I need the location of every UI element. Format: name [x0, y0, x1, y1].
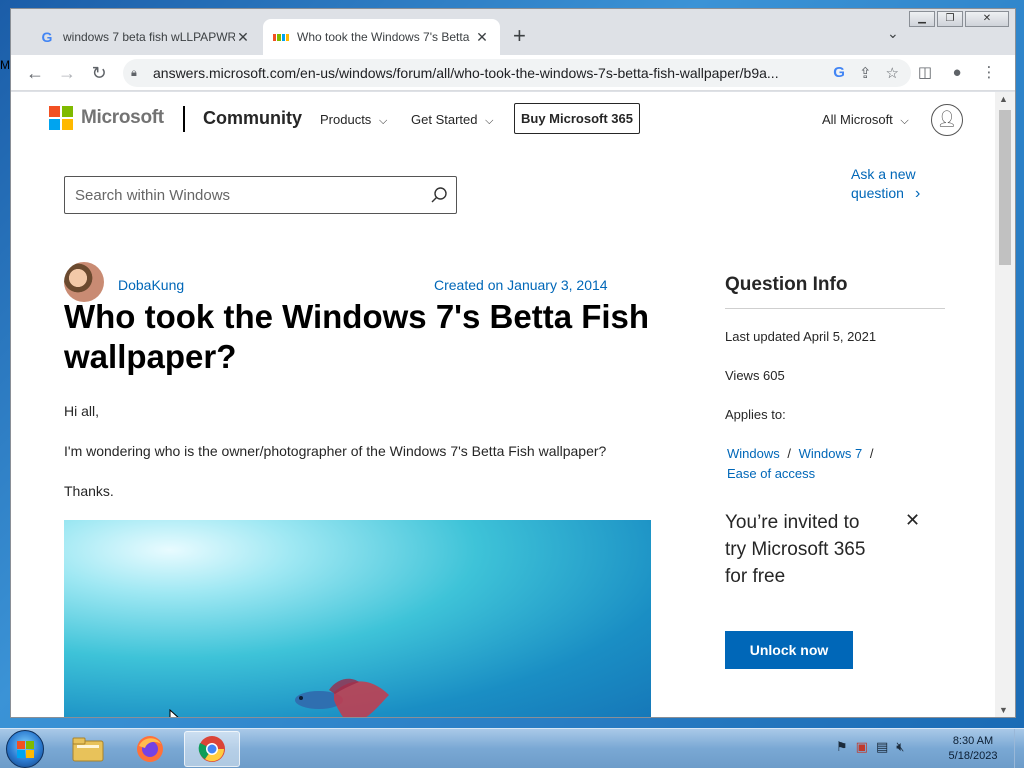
profile-icon[interactable]: ●	[945, 61, 969, 85]
google-translate-icon[interactable]: G	[833, 64, 845, 82]
tab-google-search[interactable]: G windows 7 beta fish wLLPAPWR ✕	[29, 19, 261, 55]
taskbar-firefox[interactable]	[122, 731, 178, 767]
firefox-icon	[137, 736, 163, 762]
new-tab-button[interactable]: +	[513, 23, 526, 49]
folder-icon	[72, 737, 104, 762]
browser-toolbar: ← → ↻ 🔒︎ answers.microsoft.com/en-us/win…	[11, 55, 1015, 91]
scrollbar-thumb[interactable]	[999, 110, 1011, 265]
question-closing: Thanks.	[64, 483, 114, 499]
link-windows-7[interactable]: Windows 7	[799, 446, 863, 461]
action-center-icon[interactable]: ⚑	[836, 739, 848, 755]
close-tab-icon[interactable]: ✕	[235, 29, 251, 46]
page-viewport: Microsoft Community Products ⌵ Get Start…	[11, 92, 995, 717]
minimize-button[interactable]: ▁	[909, 11, 935, 27]
clock-time: 8:30 AM	[952, 735, 994, 747]
taskbar: ⚑ ▣ ▤ 🔇︎ 8:30 AM 5/18/2023	[0, 728, 1024, 768]
reload-button[interactable]: ↻	[87, 61, 111, 85]
chevron-down-icon: ⌵	[485, 115, 494, 127]
show-desktop-button[interactable]	[1014, 729, 1024, 768]
link-windows[interactable]: Windows	[727, 446, 780, 461]
views-count: Views 605	[725, 368, 785, 383]
lock-icon[interactable]: 🔒︎	[131, 67, 147, 80]
tab-title: windows 7 beta fish wLLPAPWR	[63, 30, 235, 44]
avatar[interactable]	[64, 262, 104, 302]
question-info-heading: Question Info	[725, 274, 848, 295]
question-title: Who took the Windows 7's Betta Fish wall…	[64, 298, 650, 375]
nav-get-started-label: Get Started	[411, 112, 478, 127]
window-controls: ▁ ❐ ✕	[907, 11, 1009, 27]
tab-title: Who took the Windows 7's Betta	[297, 30, 470, 44]
chevron-down-icon: ⌵	[378, 115, 388, 127]
nav-products-label: Products	[320, 112, 372, 127]
mouse-cursor-icon	[169, 709, 179, 717]
taskbar-chrome[interactable]	[184, 731, 240, 767]
unlock-now-button[interactable]: Unlock now	[725, 631, 853, 669]
close-window-button[interactable]: ✕	[965, 11, 1009, 27]
volume-muted-icon[interactable]: 🔇︎	[896, 739, 904, 755]
last-updated: Last updated April 5, 2021	[725, 329, 877, 344]
close-tab-icon[interactable]: ✕	[474, 29, 490, 46]
microsoft-logo-icon	[49, 106, 73, 130]
taskbar-explorer[interactable]	[60, 731, 116, 767]
close-icon[interactable]: ✕	[905, 510, 920, 531]
chrome-icon	[198, 736, 225, 762]
ask-new-question-label: Ask a new question	[851, 166, 916, 201]
chevron-down-icon: ⌵	[900, 115, 909, 127]
system-tray: ⚑ ▣ ▤ 🔇︎	[836, 739, 904, 755]
clock-date: 5/18/2023	[948, 750, 998, 762]
nav-get-started[interactable]: Get Started ⌵	[411, 112, 493, 128]
share-icon[interactable]: ⇪	[859, 64, 872, 82]
menu-kebab-icon[interactable]: ⋮	[977, 61, 1001, 85]
betta-fish-illustration	[295, 678, 389, 717]
tab-search-chevron-icon[interactable]: ⌄	[887, 25, 899, 42]
url-text: answers.microsoft.com/en-us/windows/foru…	[153, 65, 779, 81]
separator: /	[869, 446, 874, 461]
microsoft-wordmark: Microsoft	[81, 107, 164, 128]
ask-new-question-link[interactable]: Ask a new question ›	[851, 165, 931, 203]
back-button[interactable]: ←	[23, 61, 47, 85]
chevron-right-icon: ›	[915, 185, 921, 202]
buy-microsoft-365-button[interactable]: Buy Microsoft 365	[514, 103, 640, 134]
google-icon: G	[41, 29, 53, 45]
maximize-button[interactable]: ❐	[937, 11, 963, 27]
all-microsoft-menu[interactable]: All Microsoft ⌵	[822, 112, 909, 128]
header-divider	[183, 106, 185, 132]
author-name[interactable]: DobaKung	[118, 277, 184, 293]
question-body: I'm wondering who is the owner/photograp…	[64, 443, 607, 459]
betta-fish-wallpaper-image	[64, 520, 651, 717]
vertical-scrollbar[interactable]: ▲ ▼	[995, 92, 1015, 717]
address-bar[interactable]: 🔒︎ answers.microsoft.com/en-us/windows/f…	[123, 59, 911, 87]
promo-text: You’re invited to try Microsoft 365 for …	[725, 512, 866, 587]
network-error-icon[interactable]: ▣	[856, 739, 868, 755]
microsoft-icon	[273, 29, 289, 45]
search-input[interactable]	[65, 177, 405, 213]
link-ease-of-access[interactable]: Ease of access	[727, 466, 815, 481]
account-sign-in-icon[interactable]: 👤︎	[931, 104, 963, 136]
tab-active-microsoft[interactable]: Who took the Windows 7's Betta ✕	[263, 19, 500, 55]
scroll-down-arrow-icon[interactable]: ▼	[999, 705, 1008, 715]
nav-products[interactable]: Products ⌵	[320, 112, 387, 128]
scroll-up-arrow-icon[interactable]: ▲	[999, 94, 1008, 104]
search-icon[interactable]	[430, 186, 448, 204]
browser-window: G windows 7 beta fish wLLPAPWR ✕ Who too…	[10, 8, 1016, 718]
clock[interactable]: 8:30 AM 5/18/2023	[938, 734, 1008, 764]
desktop-letter: M	[0, 58, 10, 72]
separator: /	[787, 446, 791, 461]
created-date: Created on January 3, 2014	[434, 277, 608, 293]
applies-to-label: Applies to:	[725, 407, 786, 422]
sidebar-divider	[725, 308, 945, 309]
start-button[interactable]	[6, 730, 44, 768]
tab-bar: G windows 7 beta fish wLLPAPWR ✕ Who too…	[11, 9, 1015, 55]
side-panel-icon[interactable]: ◫	[913, 61, 937, 85]
all-microsoft-label: All Microsoft	[822, 112, 893, 127]
network-icon[interactable]: ▤	[876, 739, 888, 755]
question-greeting: Hi all,	[64, 403, 100, 419]
applies-to-links: Windows / Windows 7 / Ease of access	[727, 444, 927, 484]
bookmark-star-icon[interactable]: ☆	[886, 64, 899, 82]
windows-logo-icon	[17, 741, 34, 758]
search-box	[64, 176, 457, 214]
community-link[interactable]: Community	[203, 108, 302, 129]
microsoft-logo[interactable]: Microsoft	[49, 106, 164, 130]
forward-button[interactable]: →	[55, 61, 79, 85]
